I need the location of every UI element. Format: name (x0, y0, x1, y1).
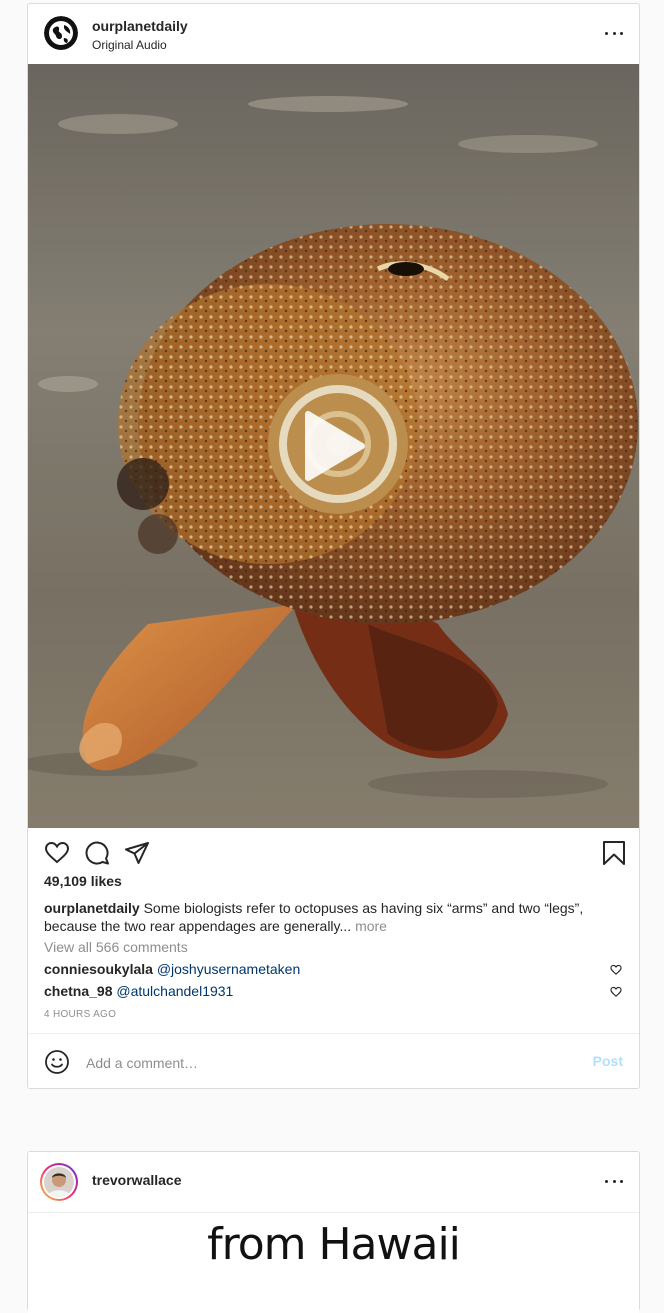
audio-label[interactable]: Original Audio (92, 38, 167, 52)
comment-heart-icon[interactable] (610, 986, 622, 998)
comment-icon[interactable] (84, 840, 110, 866)
add-comment-row: Post (28, 1033, 639, 1090)
post-video[interactable]: from Hawaii (28, 1212, 639, 1313)
more-options-icon[interactable] (605, 1174, 623, 1188)
comment-input[interactable] (84, 1051, 568, 1075)
view-all-comments-link[interactable]: View all 566 comments (44, 939, 188, 955)
play-icon[interactable] (302, 410, 366, 482)
comment-username[interactable]: conniesoukylala (44, 961, 153, 977)
caption-username[interactable]: ourplanetdaily (44, 900, 140, 916)
comment-mention[interactable]: @atulchandel1931 (116, 983, 233, 999)
heart-icon[interactable] (44, 840, 70, 866)
post-header: trevorwallace (28, 1152, 639, 1212)
comment-heart-icon[interactable] (610, 964, 622, 976)
avatar[interactable] (44, 16, 78, 50)
post-username[interactable]: trevorwallace (92, 1172, 182, 1188)
bookmark-icon[interactable] (601, 840, 627, 866)
post-actions (28, 828, 639, 878)
more-options-icon[interactable] (605, 26, 623, 40)
video-caption-text: from Hawaii (207, 1219, 461, 1270)
avatar[interactable] (40, 1163, 78, 1201)
globe-icon (44, 16, 78, 50)
post-comment-button[interactable]: Post (593, 1053, 623, 1069)
caption: ourplanetdaily Some biologists refer to … (44, 899, 622, 935)
comment-row: conniesoukylala @joshyusernametaken (44, 961, 622, 981)
post-card: ourplanetdaily Original Audio 49,109 lik… (27, 3, 640, 1089)
post-timestamp[interactable]: 4 HOURS AGO (44, 1009, 116, 1020)
comment-row: chetna_98 @atulchandel1931 (44, 983, 622, 1003)
likes-count[interactable]: 49,109 likes (44, 873, 122, 889)
post-username[interactable]: ourplanetdaily (92, 18, 188, 34)
avatar-photo (44, 1167, 74, 1197)
caption-more-link[interactable]: more (355, 918, 387, 934)
comment-username[interactable]: chetna_98 (44, 983, 112, 999)
post-header: ourplanetdaily Original Audio (28, 4, 639, 64)
smiley-icon[interactable] (44, 1049, 70, 1075)
post-card: trevorwallace from Hawaii (27, 1151, 640, 1313)
post-video[interactable] (28, 64, 639, 828)
comment-mention[interactable]: @joshyusernametaken (157, 961, 300, 977)
paper-plane-icon[interactable] (124, 840, 150, 866)
